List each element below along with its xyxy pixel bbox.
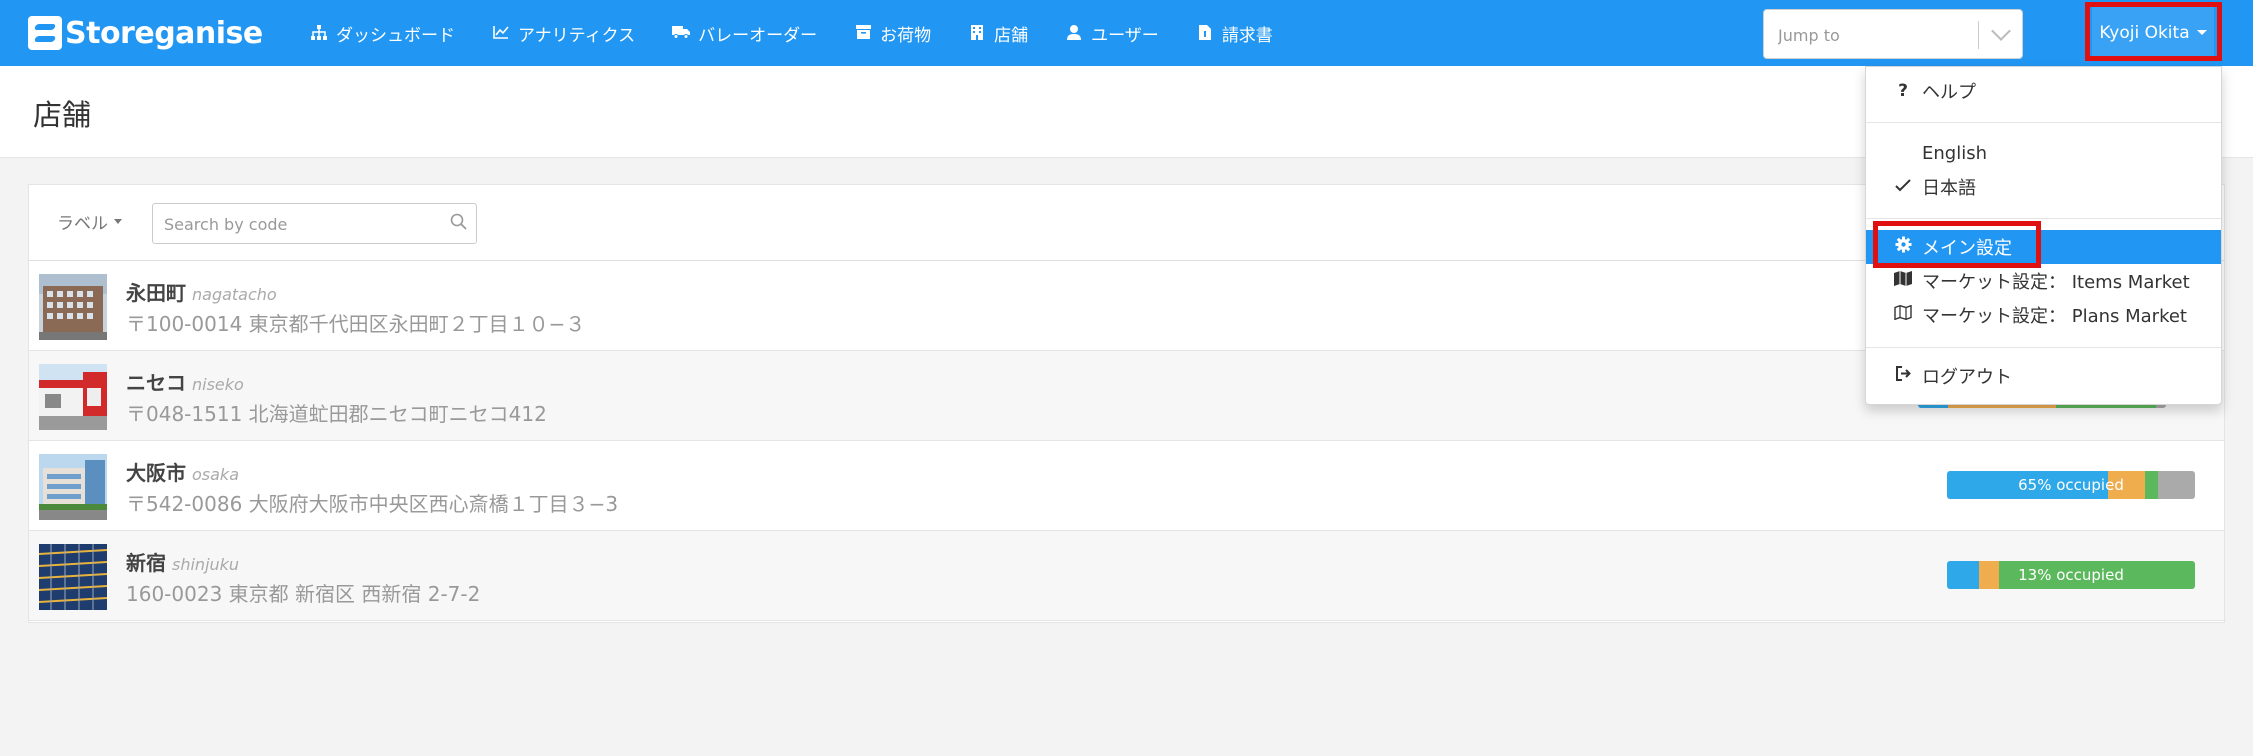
nav-users-label: ユーザー	[1091, 25, 1159, 46]
map-outline-icon	[1894, 304, 1912, 325]
chevron-down-icon[interactable]	[1991, 21, 2011, 41]
menu-item-help-label: ヘルプ	[1922, 82, 1976, 103]
menu-item-market-items[interactable]: マーケット設定： Items Market	[1866, 264, 2221, 298]
map-icon	[1894, 271, 1912, 291]
search-input[interactable]	[164, 212, 434, 236]
jump-to-input[interactable]	[1778, 23, 1968, 47]
question-icon: ?	[1898, 81, 1908, 101]
nav-analytics[interactable]: アナリティクス	[492, 21, 635, 46]
nav-stores[interactable]: 店舗	[968, 21, 1028, 46]
jump-to-select[interactable]	[1763, 9, 2023, 59]
nav-invoices[interactable]: 請求書	[1196, 21, 1273, 46]
nav-items-label: お荷物	[880, 25, 932, 46]
store-thumbnail	[39, 364, 107, 430]
label-filter-text: ラベル	[57, 214, 108, 234]
select-separator	[1978, 21, 1979, 49]
building-icon	[968, 25, 986, 41]
nav-users[interactable]: ユーザー	[1065, 21, 1159, 46]
check-icon	[1894, 177, 1912, 197]
menu-item-help[interactable]: ? ヘルプ	[1866, 74, 2221, 108]
menu-item-logout[interactable]: ログアウト	[1866, 359, 2221, 393]
menu-item-main-settings-label: メイン設定	[1922, 238, 2012, 259]
nav-invoices-label: 請求書	[1221, 25, 1273, 46]
menu-divider	[1866, 347, 2221, 348]
store-thumbnail	[39, 274, 107, 340]
sitemap-icon	[310, 25, 328, 41]
nav-dashboard-label: ダッシュボード	[336, 25, 455, 46]
nav-analytics-label: アナリティクス	[518, 25, 636, 46]
user-icon	[1065, 25, 1083, 41]
store-name[interactable]: 大阪市 osaka	[126, 457, 239, 486]
search-box	[152, 203, 477, 244]
main-nav: ダッシュボード アナリティクス バレーオーダー お荷物 店舗 ユーザー 請求書	[310, 0, 1310, 66]
store-name-text: 永田町	[126, 281, 186, 305]
store-address: 〒542-0086 大阪府大阪市中央区西心斎橋１丁目３−3	[126, 492, 619, 516]
archive-box-icon	[854, 25, 872, 41]
menu-divider	[1866, 218, 2221, 219]
occupancy-label: 13% occupied	[2018, 566, 2124, 584]
store-code: niseko	[192, 375, 244, 394]
store-row[interactable]: 大阪市 osaka 〒542-0086 大阪府大阪市中央区西心斎橋１丁目３−3 6…	[29, 441, 2224, 531]
nav-items[interactable]: お荷物	[854, 21, 931, 46]
caret-down-icon	[114, 219, 122, 224]
truck-icon	[672, 25, 691, 41]
nav-dashboard[interactable]: ダッシュボード	[310, 21, 455, 46]
occupancy-bar: 65% occupied	[1947, 471, 2195, 499]
store-code: osaka	[192, 465, 239, 484]
menu-item-market-plans[interactable]: マーケット設定： Plans Market	[1866, 298, 2221, 332]
invoice-file-icon	[1196, 25, 1214, 41]
sign-out-icon	[1894, 366, 1912, 386]
store-address: 〒048-1511 北海道虻田郡ニセコ町ニセコ412	[126, 402, 547, 426]
store-name[interactable]: ニセコ niseko	[126, 367, 244, 396]
user-menu-button[interactable]: Kyoji Okita	[2092, 7, 2214, 58]
store-code: shinjuku	[172, 555, 240, 574]
store-code: nagatacho	[192, 285, 277, 304]
store-address: 〒100-0014 東京都千代田区永田町２丁目１０−３	[126, 312, 586, 336]
top-navbar: Storeganise ダッシュボード アナリティクス バレーオーダー お荷物	[0, 0, 2253, 66]
search-icon[interactable]	[450, 213, 467, 230]
menu-item-lang-english[interactable]: English	[1866, 136, 2221, 170]
user-name: Kyoji Okita	[2099, 22, 2190, 43]
page-title: 店舗	[33, 98, 92, 132]
store-name-text: 大阪市	[126, 461, 186, 485]
user-dropdown-menu: ? ヘルプ English 日本語 メイン設定 マーケット設定： Items M…	[1865, 66, 2222, 405]
store-name[interactable]: 新宿 shinjuku	[126, 547, 239, 576]
storeganise-logo-icon	[28, 16, 62, 50]
nav-valet-orders[interactable]: バレーオーダー	[672, 21, 817, 46]
store-address: 160-0023 東京都 新宿区 西新宿 2-7-2	[126, 582, 481, 606]
brand-name: Storeganise	[65, 15, 263, 51]
gear-icon	[1894, 236, 1912, 258]
menu-item-lang-japanese-label: 日本語	[1922, 178, 1976, 199]
occupancy-label: 65% occupied	[2018, 476, 2124, 494]
occupancy-bar: 13% occupied	[1947, 561, 2195, 589]
menu-item-market-items-label: マーケット設定： Items Market	[1922, 272, 2190, 293]
store-name[interactable]: 永田町 nagatacho	[126, 277, 277, 306]
store-row[interactable]: 新宿 shinjuku 160-0023 東京都 新宿区 西新宿 2-7-2 13…	[29, 531, 2224, 621]
line-chart-icon	[492, 25, 510, 41]
brand-logo[interactable]: Storeganise	[28, 15, 263, 51]
menu-item-main-settings[interactable]: メイン設定	[1866, 230, 2221, 264]
menu-divider	[1866, 122, 2221, 123]
store-name-text: ニセコ	[126, 371, 186, 395]
menu-item-market-plans-label: マーケット設定： Plans Market	[1922, 306, 2187, 327]
nav-valet-orders-label: バレーオーダー	[698, 25, 818, 46]
store-thumbnail	[39, 544, 107, 610]
nav-stores-label: 店舗	[994, 25, 1029, 46]
menu-item-lang-japanese[interactable]: 日本語	[1866, 170, 2221, 204]
caret-down-icon	[2196, 30, 2207, 35]
store-name-text: 新宿	[126, 551, 166, 575]
menu-item-logout-label: ログアウト	[1922, 367, 2012, 388]
store-thumbnail	[39, 454, 107, 520]
menu-item-lang-english-label: English	[1922, 142, 1987, 164]
label-filter-dropdown[interactable]: ラベル	[57, 209, 122, 234]
